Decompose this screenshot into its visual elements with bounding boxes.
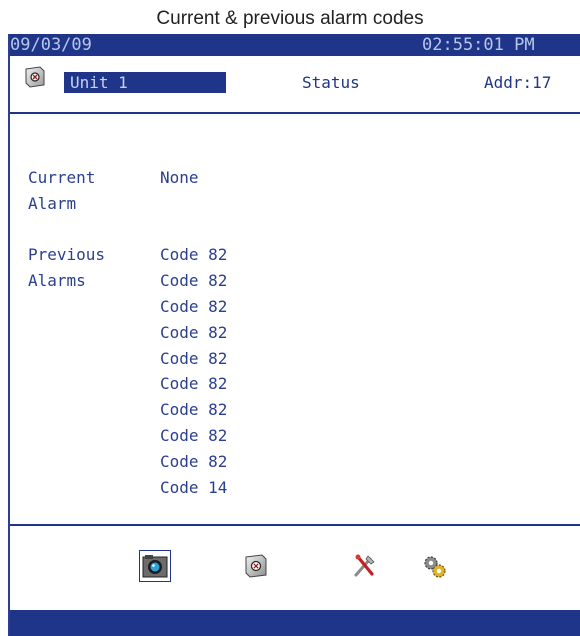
previous-alarm-code: Code 82 [160, 296, 228, 316]
previous-alarm-code: Code 82 [160, 322, 228, 342]
gears-icon[interactable] [422, 553, 448, 579]
header-divider [10, 112, 580, 114]
previous-alarm-row: Code 82 [28, 449, 227, 475]
alarm-list: Current None Alarm Previous Code 82 Alarms… [28, 165, 227, 500]
previous-alarm-row: Code 82 [28, 397, 227, 423]
previous-alarm-row: Code 82 [28, 294, 227, 320]
previous-alarm-row: Code 82 [28, 346, 227, 372]
alarm-label: Alarm [28, 193, 77, 213]
previous-alarm-row: Previous Code 82 [28, 242, 227, 268]
previous-alarm-row: Code 82 [28, 423, 227, 449]
spacer-row [28, 217, 227, 243]
previous-alarm-code: Code 82 [160, 374, 228, 394]
current-alarm-row-2: Alarm [28, 191, 227, 217]
figure-caption: Current & previous alarm codes [156, 8, 424, 29]
previous-alarm-code: Code 82 [160, 425, 228, 445]
time-display: 02:55:01 PM [422, 35, 535, 55]
previous-alarm-row: Code 82 [28, 371, 227, 397]
previous-alarm-code: Code 82 [160, 348, 228, 368]
header-row: Unit 1 Status Addr:17 [10, 56, 580, 112]
previous-alarm-code: Code 82 [160, 271, 228, 291]
address-label: Addr:17 [484, 73, 552, 92]
camera-icon[interactable] [139, 550, 171, 582]
previous-label: Previous [28, 245, 106, 265]
current-alarm-row: Current None [28, 165, 227, 191]
device-screen: 09/03/09 02:55:01 PM Unit 1 Status Addr:… [8, 34, 580, 636]
previous-alarm-row: Code 82 [28, 320, 227, 346]
title-bar: 09/03/09 02:55:01 PM [10, 34, 580, 56]
current-alarm-value: None [160, 168, 199, 187]
status-label: Status [302, 73, 360, 92]
previous-alarm-row: Code 14 [28, 475, 227, 501]
alarms-label: Alarms [28, 271, 86, 291]
date-display: 09/03/09 [10, 35, 92, 55]
unit-selector[interactable]: Unit 1 [64, 72, 226, 93]
unit-icon[interactable] [24, 66, 46, 88]
previous-alarm-code: Code 82 [160, 245, 228, 265]
previous-alarm-code: Code 82 [160, 400, 228, 420]
tools-icon[interactable] [352, 553, 378, 579]
previous-alarm-row: Alarms Code 82 [28, 268, 227, 294]
unit-status-icon[interactable] [243, 553, 269, 579]
bottom-bar [10, 610, 580, 636]
previous-alarm-code: Code 82 [160, 451, 228, 471]
toolbar [10, 526, 580, 608]
current-label: Current [28, 168, 96, 187]
previous-alarm-code: Code 14 [160, 477, 228, 497]
